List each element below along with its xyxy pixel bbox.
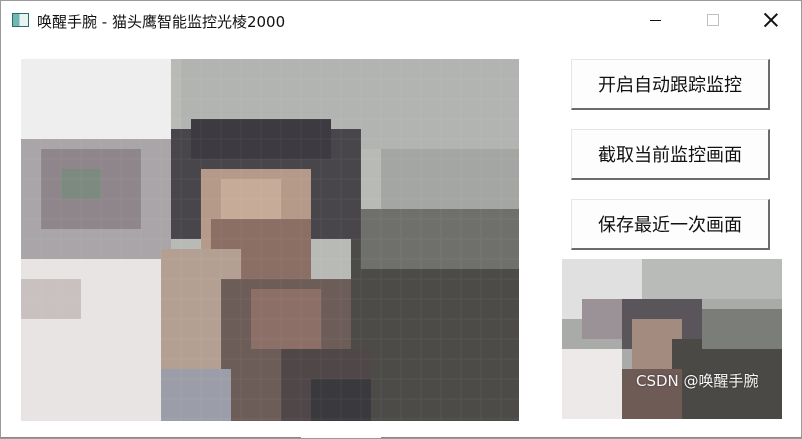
title-bar[interactable]: 唤醒手腕 - 猫头鹰智能监控光棱2000 (1, 1, 801, 39)
watermark-text: CSDN @唤醒手腕 (636, 372, 759, 390)
minimize-icon (649, 19, 661, 21)
minimize-button[interactable] (626, 1, 684, 39)
maximize-icon (707, 14, 719, 26)
start-tracking-button[interactable]: 开启自动跟踪监控 (571, 59, 770, 110)
close-icon (764, 13, 778, 27)
camera-feed-image (21, 59, 519, 421)
maximize-button[interactable] (684, 1, 742, 39)
close-button[interactable] (742, 1, 800, 39)
bottom-divider-right (381, 437, 801, 438)
capture-frame-button[interactable]: 截取当前监控画面 (571, 129, 770, 180)
bottom-divider-left (1, 437, 301, 438)
snapshot-image (562, 259, 782, 419)
camera-preview (21, 59, 519, 421)
save-latest-button[interactable]: 保存最近一次画面 (571, 199, 770, 250)
app-icon (12, 13, 29, 27)
latest-snapshot-preview (562, 259, 782, 419)
window-title: 唤醒手腕 - 猫头鹰智能监控光棱2000 (37, 13, 286, 31)
